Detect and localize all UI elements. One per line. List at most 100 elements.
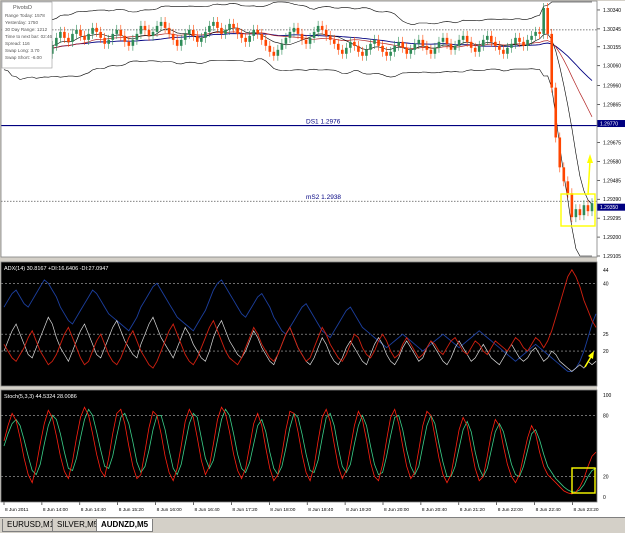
candle-bear[interactable] <box>67 37 70 42</box>
candle-bear[interactable] <box>296 27 300 34</box>
candle-bull[interactable] <box>183 33 187 40</box>
adx-pane[interactable] <box>1 262 597 386</box>
candle-bull[interactable] <box>131 39 135 46</box>
candle-bear[interactable] <box>167 27 171 34</box>
candle-bear[interactable] <box>328 35 332 40</box>
candle-bull[interactable] <box>155 25 159 32</box>
candle-bear[interactable] <box>566 181 570 194</box>
candle-bear[interactable] <box>421 39 425 46</box>
candle-bear[interactable] <box>586 205 590 212</box>
candle-bear[interactable] <box>240 33 243 38</box>
candle-bear[interactable] <box>429 49 433 54</box>
candle-bull[interactable] <box>530 35 533 40</box>
candle-bull[interactable] <box>139 25 143 34</box>
candle-bear[interactable] <box>494 41 497 46</box>
candle-bear[interactable] <box>578 209 582 216</box>
candle-bear[interactable] <box>498 45 501 50</box>
candle-bear[interactable] <box>119 29 123 36</box>
candle-bear[interactable] <box>103 37 106 44</box>
candle-bull[interactable] <box>582 205 586 216</box>
candle-bear[interactable] <box>324 29 328 36</box>
candle-bear[interactable] <box>127 41 131 46</box>
candle-bear[interactable] <box>385 51 388 56</box>
candle-bear[interactable] <box>83 35 86 40</box>
candle-bull[interactable] <box>393 45 396 52</box>
candle-bear[interactable] <box>175 39 179 46</box>
candle-bear[interactable] <box>236 27 239 34</box>
candle-bear[interactable] <box>143 25 147 30</box>
candle-bull[interactable] <box>59 31 62 38</box>
candle-bull[interactable] <box>71 33 74 42</box>
candle-bear[interactable] <box>401 41 405 48</box>
candle-bull[interactable] <box>409 49 413 54</box>
candle-bull[interactable] <box>91 27 94 34</box>
candle-bear[interactable] <box>377 39 380 46</box>
candle-bull[interactable] <box>389 51 392 56</box>
candle-bull[interactable] <box>312 31 316 38</box>
candle-bull[interactable] <box>187 29 191 34</box>
candle-bull[interactable] <box>441 37 445 42</box>
candle-bull[interactable] <box>280 43 284 50</box>
candle-bull[interactable] <box>413 43 417 50</box>
candle-bear[interactable] <box>336 43 340 50</box>
candle-bull[interactable] <box>437 41 441 48</box>
candle-bear[interactable] <box>538 31 541 34</box>
candle-bear[interactable] <box>332 39 336 44</box>
candle-bull[interactable] <box>349 41 352 48</box>
candle-bear[interactable] <box>123 35 127 42</box>
candle-bear[interactable] <box>256 29 260 34</box>
candle-bear[interactable] <box>264 39 268 46</box>
candle-bull[interactable] <box>135 33 139 40</box>
candle-bear[interactable] <box>558 137 562 168</box>
candle-bull[interactable] <box>111 33 115 40</box>
candle-bull[interactable] <box>397 41 400 46</box>
candle-bull[interactable] <box>481 39 485 46</box>
candle-bear[interactable] <box>469 41 473 48</box>
candle-bear[interactable] <box>216 21 219 28</box>
candle-bear[interactable] <box>232 23 235 28</box>
candle-bear[interactable] <box>260 33 264 40</box>
candle-bull[interactable] <box>284 37 288 44</box>
candle-bear[interactable] <box>147 29 151 36</box>
candle-bull[interactable] <box>534 31 537 36</box>
candle-bear[interactable] <box>405 47 409 54</box>
candle-bull[interactable] <box>200 37 203 42</box>
candle-bear[interactable] <box>381 45 384 52</box>
candle-bear[interactable] <box>546 7 549 34</box>
candle-bear[interactable] <box>357 45 360 52</box>
candle-bear[interactable] <box>425 45 429 50</box>
candle-bull[interactable] <box>224 29 227 34</box>
candle-bull[interactable] <box>461 35 465 40</box>
candle-bear[interactable] <box>341 49 344 54</box>
candle-bull[interactable] <box>159 21 163 26</box>
candle-bull[interactable] <box>55 37 58 46</box>
candle-bear[interactable] <box>272 51 276 56</box>
candle-bull[interactable] <box>228 23 231 30</box>
candle-bull[interactable] <box>477 45 481 52</box>
candle-bull[interactable] <box>417 39 421 44</box>
candle-bull[interactable] <box>433 47 437 54</box>
candle-bear[interactable] <box>554 87 558 138</box>
candle-bear[interactable] <box>268 45 272 52</box>
candle-bull[interactable] <box>542 7 545 34</box>
candle-bear[interactable] <box>522 41 525 46</box>
candle-bull[interactable] <box>208 25 211 32</box>
candle-bull[interactable] <box>252 29 255 36</box>
candle-bull[interactable] <box>248 35 251 42</box>
candle-bull[interactable] <box>276 49 280 56</box>
candle-bull[interactable] <box>373 39 376 44</box>
stoch-pane[interactable] <box>1 390 597 502</box>
candle-bull[interactable] <box>485 35 489 40</box>
candle-bear[interactable] <box>63 31 66 38</box>
candle-bull[interactable] <box>453 45 457 50</box>
candle-bull[interactable] <box>212 21 215 26</box>
candle-bear[interactable] <box>171 33 175 40</box>
candle-bull[interactable] <box>369 43 372 50</box>
candle-bear[interactable] <box>304 39 308 44</box>
candle-bear[interactable] <box>320 25 324 30</box>
candle-bear[interactable] <box>570 193 574 218</box>
candle-bull[interactable] <box>316 25 320 32</box>
candle-bull[interactable] <box>510 43 513 48</box>
candle-bull[interactable] <box>514 37 517 44</box>
candle-bull[interactable] <box>506 47 509 54</box>
